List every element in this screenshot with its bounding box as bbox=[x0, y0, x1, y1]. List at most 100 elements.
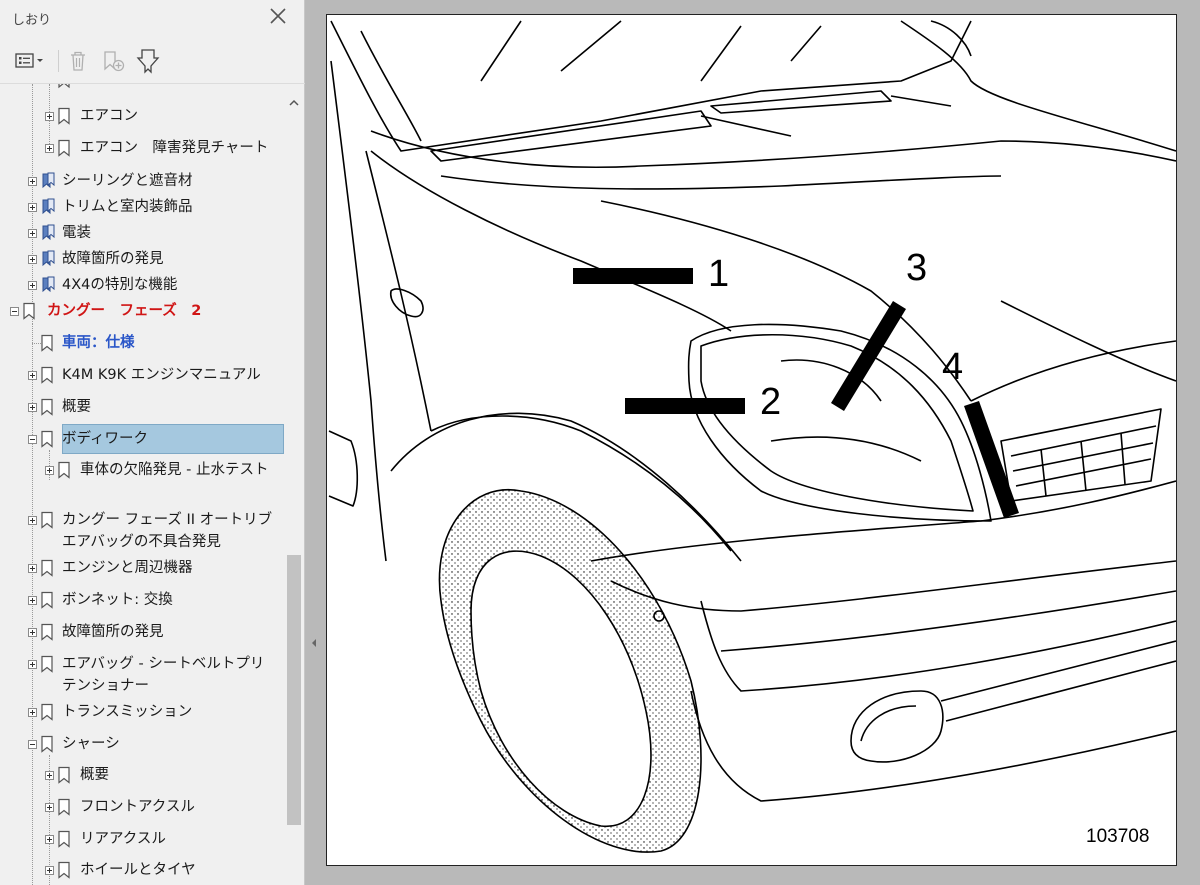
bookmark-icon bbox=[57, 139, 71, 161]
bookmark-icon bbox=[40, 735, 54, 757]
callout-4: 4 bbox=[942, 346, 964, 388]
bookmark-item[interactable]: シャーシ bbox=[0, 733, 285, 755]
bookmark-item[interactable]: 概要 bbox=[0, 396, 285, 418]
bookmark-icon bbox=[40, 366, 54, 388]
bookmark-item[interactable]: リアアクスル bbox=[0, 828, 285, 850]
bookmark-label: シャーシ bbox=[62, 736, 120, 752]
expand-plus-icon[interactable] bbox=[28, 403, 37, 412]
book-bookmark-icon bbox=[40, 198, 56, 220]
bookmark-label: エアコン bbox=[80, 108, 138, 124]
callout-3: 3 bbox=[906, 247, 928, 289]
bookmark-item[interactable]: シーリングと遮音材 bbox=[0, 170, 285, 192]
expand-plus-icon[interactable] bbox=[28, 255, 37, 264]
book-bookmark-icon bbox=[40, 224, 56, 246]
bookmark-label: 概要 bbox=[62, 399, 91, 415]
bookmark-label: 電装 bbox=[62, 225, 91, 241]
bookmark-item[interactable]: 車両：仕様 bbox=[0, 332, 285, 354]
trash-icon[interactable] bbox=[66, 48, 90, 74]
list-options-icon[interactable] bbox=[12, 48, 48, 74]
expand-plus-icon[interactable] bbox=[28, 371, 37, 380]
bookmarks-panel: しおり エアコン エアコン 障害発見チャート シーリングと遮音材 トリムと室内装… bbox=[0, 0, 305, 885]
expand-plus-icon[interactable] bbox=[28, 229, 37, 238]
expand-plus-icon[interactable] bbox=[28, 203, 37, 212]
bookmark-item[interactable]: カングー フェーズ 2 bbox=[0, 300, 285, 322]
bookmark-icon bbox=[40, 398, 54, 420]
expand-plus-icon[interactable] bbox=[28, 628, 37, 637]
expand-plus-icon[interactable] bbox=[28, 177, 37, 186]
bookmark-item[interactable]: K4M K9K エンジンマニュアル bbox=[0, 364, 285, 386]
bookmark-label: 故障箇所の発見 bbox=[62, 624, 164, 640]
expand-plus-icon[interactable] bbox=[45, 803, 54, 812]
bookmark-label: ボディワーク bbox=[62, 431, 148, 447]
new-bookmark-icon[interactable] bbox=[100, 48, 128, 74]
bookmark-icon bbox=[40, 623, 54, 645]
callout-1: 1 bbox=[708, 253, 730, 295]
bookmark-item[interactable]: 故障箇所の発見 bbox=[0, 248, 285, 270]
bookmark-icon bbox=[40, 655, 54, 677]
bookmark-icon bbox=[40, 559, 54, 581]
expand-plus-icon[interactable] bbox=[45, 866, 54, 875]
expand-plus-icon[interactable] bbox=[45, 112, 54, 121]
expand-plus-icon[interactable] bbox=[45, 466, 54, 475]
bookmark-item[interactable]: ホイールとタイヤ bbox=[0, 859, 285, 881]
expand-plus-icon[interactable] bbox=[28, 564, 37, 573]
bookmark-label: フロントアクスル bbox=[80, 799, 195, 815]
callout-leader-bars bbox=[573, 268, 1019, 518]
bookmark-item[interactable]: 車体の欠陥発見 - 止水テスト bbox=[0, 459, 285, 503]
bookmark-icon bbox=[57, 830, 71, 852]
bookmark-item[interactable]: 4X4の特別な機能 bbox=[0, 274, 285, 296]
expand-plus-icon[interactable] bbox=[45, 771, 54, 780]
bookmark-icon bbox=[40, 334, 54, 356]
scroll-up-arrow-icon[interactable] bbox=[287, 94, 301, 106]
expand-plus-icon[interactable] bbox=[28, 596, 37, 605]
bookmark-icon bbox=[57, 766, 71, 788]
bookmark-icon bbox=[40, 591, 54, 613]
expand-plus-icon[interactable] bbox=[28, 516, 37, 525]
bookmark-item[interactable]: トリムと室内装飾品 bbox=[0, 196, 285, 218]
bookmark-item[interactable]: ボディワーク bbox=[0, 424, 285, 454]
expand-plus-icon[interactable] bbox=[45, 835, 54, 844]
bookmark-label: トランスミッション bbox=[62, 704, 193, 720]
bookmark-item[interactable]: フロントアクスル bbox=[0, 796, 285, 818]
bookmark-item[interactable]: カングー フェーズ II オートリブ エアバッグの不具合発見 bbox=[0, 509, 285, 553]
bookmark-item[interactable]: 概要 bbox=[0, 764, 285, 786]
bookmark-label: 車体の欠陥発見 - 止水テスト bbox=[80, 462, 269, 478]
bookmark-icon bbox=[57, 461, 71, 483]
figure-reference-number: 103708 bbox=[1086, 826, 1150, 847]
expand-plus-icon[interactable] bbox=[28, 708, 37, 717]
bookmark-icon bbox=[57, 84, 71, 89]
callout-2: 2 bbox=[760, 381, 782, 423]
collapse-minus-icon[interactable] bbox=[28, 740, 37, 749]
close-icon[interactable] bbox=[266, 4, 290, 28]
expand-plus-icon[interactable] bbox=[28, 660, 37, 669]
bookmark-label: カングー フェーズ II オートリブ エアバッグの不具合発見 bbox=[62, 512, 273, 550]
bookmark-label: K4M K9K エンジンマニュアル bbox=[62, 367, 261, 383]
bookmark-item[interactable]: エアコン 障害発見チャート bbox=[0, 137, 285, 159]
bookmark-item[interactable]: エンジンと周辺機器 bbox=[0, 557, 285, 579]
bookmark-icon bbox=[57, 798, 71, 820]
collapse-minus-icon[interactable] bbox=[28, 435, 37, 444]
book-bookmark-icon bbox=[40, 250, 56, 272]
bookmark-item[interactable]: エアコン bbox=[0, 105, 285, 127]
bookmark-item[interactable]: 故障箇所の発見 bbox=[0, 621, 285, 643]
bookmark-item[interactable]: ボンネット: 交換 bbox=[0, 589, 285, 611]
bookmark-icon bbox=[57, 107, 71, 129]
bookmark-label: ボンネット: 交換 bbox=[62, 592, 173, 608]
collapse-panel-arrow-icon[interactable] bbox=[310, 634, 318, 647]
expand-plus-icon[interactable] bbox=[28, 281, 37, 290]
expand-plus-icon[interactable] bbox=[45, 144, 54, 153]
bookmark-tree: エアコンエアコン 障害発見チャート シーリングと遮音材トリムと室内装飾品 電装故障箇… bbox=[0, 84, 285, 885]
bookmark-item[interactable]: 電装 bbox=[0, 222, 285, 244]
bookmark-expand-icon[interactable] bbox=[134, 48, 162, 74]
bookmark-item[interactable]: トランスミッション bbox=[0, 701, 285, 723]
bookmark-label: トリムと室内装飾品 bbox=[62, 199, 193, 215]
bookmark-label: 概要 bbox=[80, 767, 109, 783]
panel-splitter[interactable] bbox=[305, 0, 322, 885]
scrollbar-thumb[interactable] bbox=[287, 555, 301, 825]
bookmark-label: 4X4の特別な機能 bbox=[62, 277, 178, 293]
bookmark-item[interactable]: エアバッグ - シートベルトプリテンショナー bbox=[0, 653, 285, 697]
vehicle-front-illustration bbox=[328, 20, 1176, 853]
collapse-minus-icon[interactable] bbox=[10, 307, 19, 316]
bookmark-icon bbox=[40, 430, 54, 452]
bookmark-label: カングー フェーズ 2 bbox=[47, 303, 202, 319]
